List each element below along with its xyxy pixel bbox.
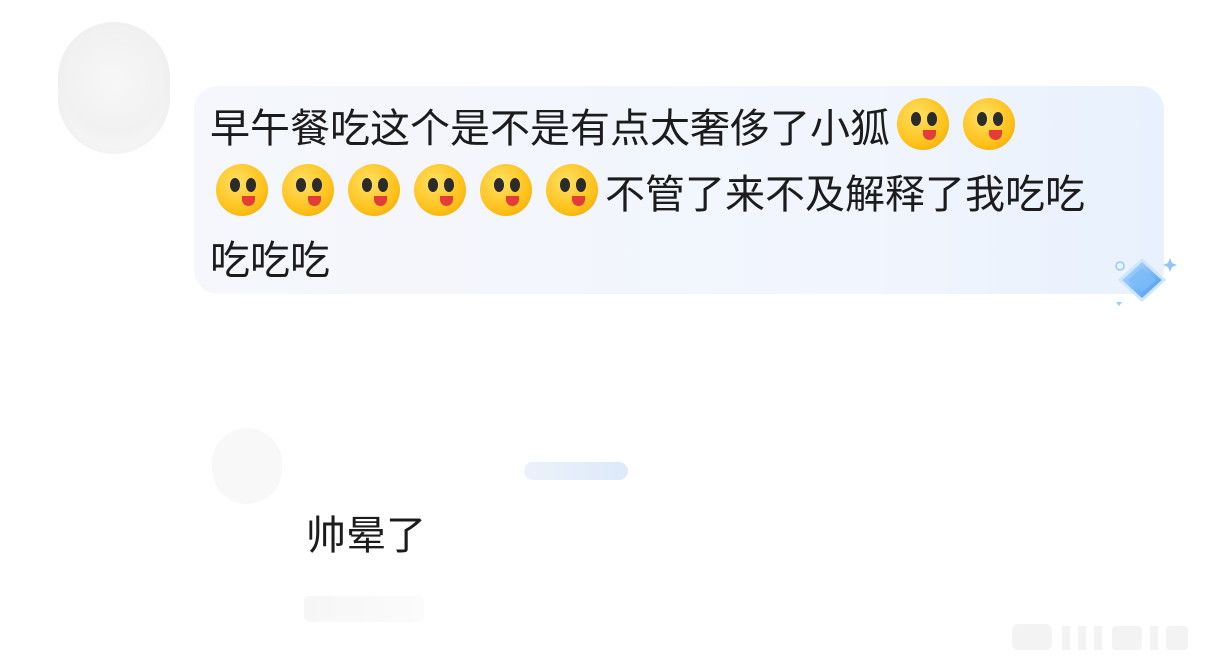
drooling-face-icon xyxy=(546,164,598,216)
diamond-badge-icon xyxy=(1115,257,1177,306)
drooling-face-icon xyxy=(216,164,268,216)
drooling-face-icon xyxy=(282,164,334,216)
avatar[interactable] xyxy=(58,22,170,154)
watermark-logo xyxy=(1012,624,1188,650)
reply-text: 帅晕了 xyxy=(306,513,426,559)
reply-meta-faded xyxy=(304,596,424,622)
comment-thread: 早午餐吃这个是不是有点太奢侈了小狐 不管了来不及解释了我吃吃 吃吃吃 帅晕了 xyxy=(0,0,1206,664)
username-faded[interactable] xyxy=(212,42,412,76)
comment-text-line2: 不管了来不及解释了我吃吃 xyxy=(605,172,1085,218)
comment-text-line3: 吃吃吃 xyxy=(210,238,330,284)
reply-avatar[interactable] xyxy=(212,428,282,504)
comment-meta-faded xyxy=(212,356,542,390)
reply-user-badge xyxy=(524,462,628,480)
drooling-face-icon xyxy=(963,98,1015,150)
reply-username-faded[interactable] xyxy=(300,448,520,484)
comment-text: 早午餐吃这个是不是有点太奢侈了小狐 不管了来不及解释了我吃吃 吃吃吃 xyxy=(210,96,1155,294)
drooling-face-icon xyxy=(897,98,949,150)
drooling-face-icon xyxy=(348,164,400,216)
drooling-face-icon xyxy=(414,164,466,216)
drooling-face-icon xyxy=(480,164,532,216)
comment-text-line1: 早午餐吃这个是不是有点太奢侈了小狐 xyxy=(210,106,890,152)
